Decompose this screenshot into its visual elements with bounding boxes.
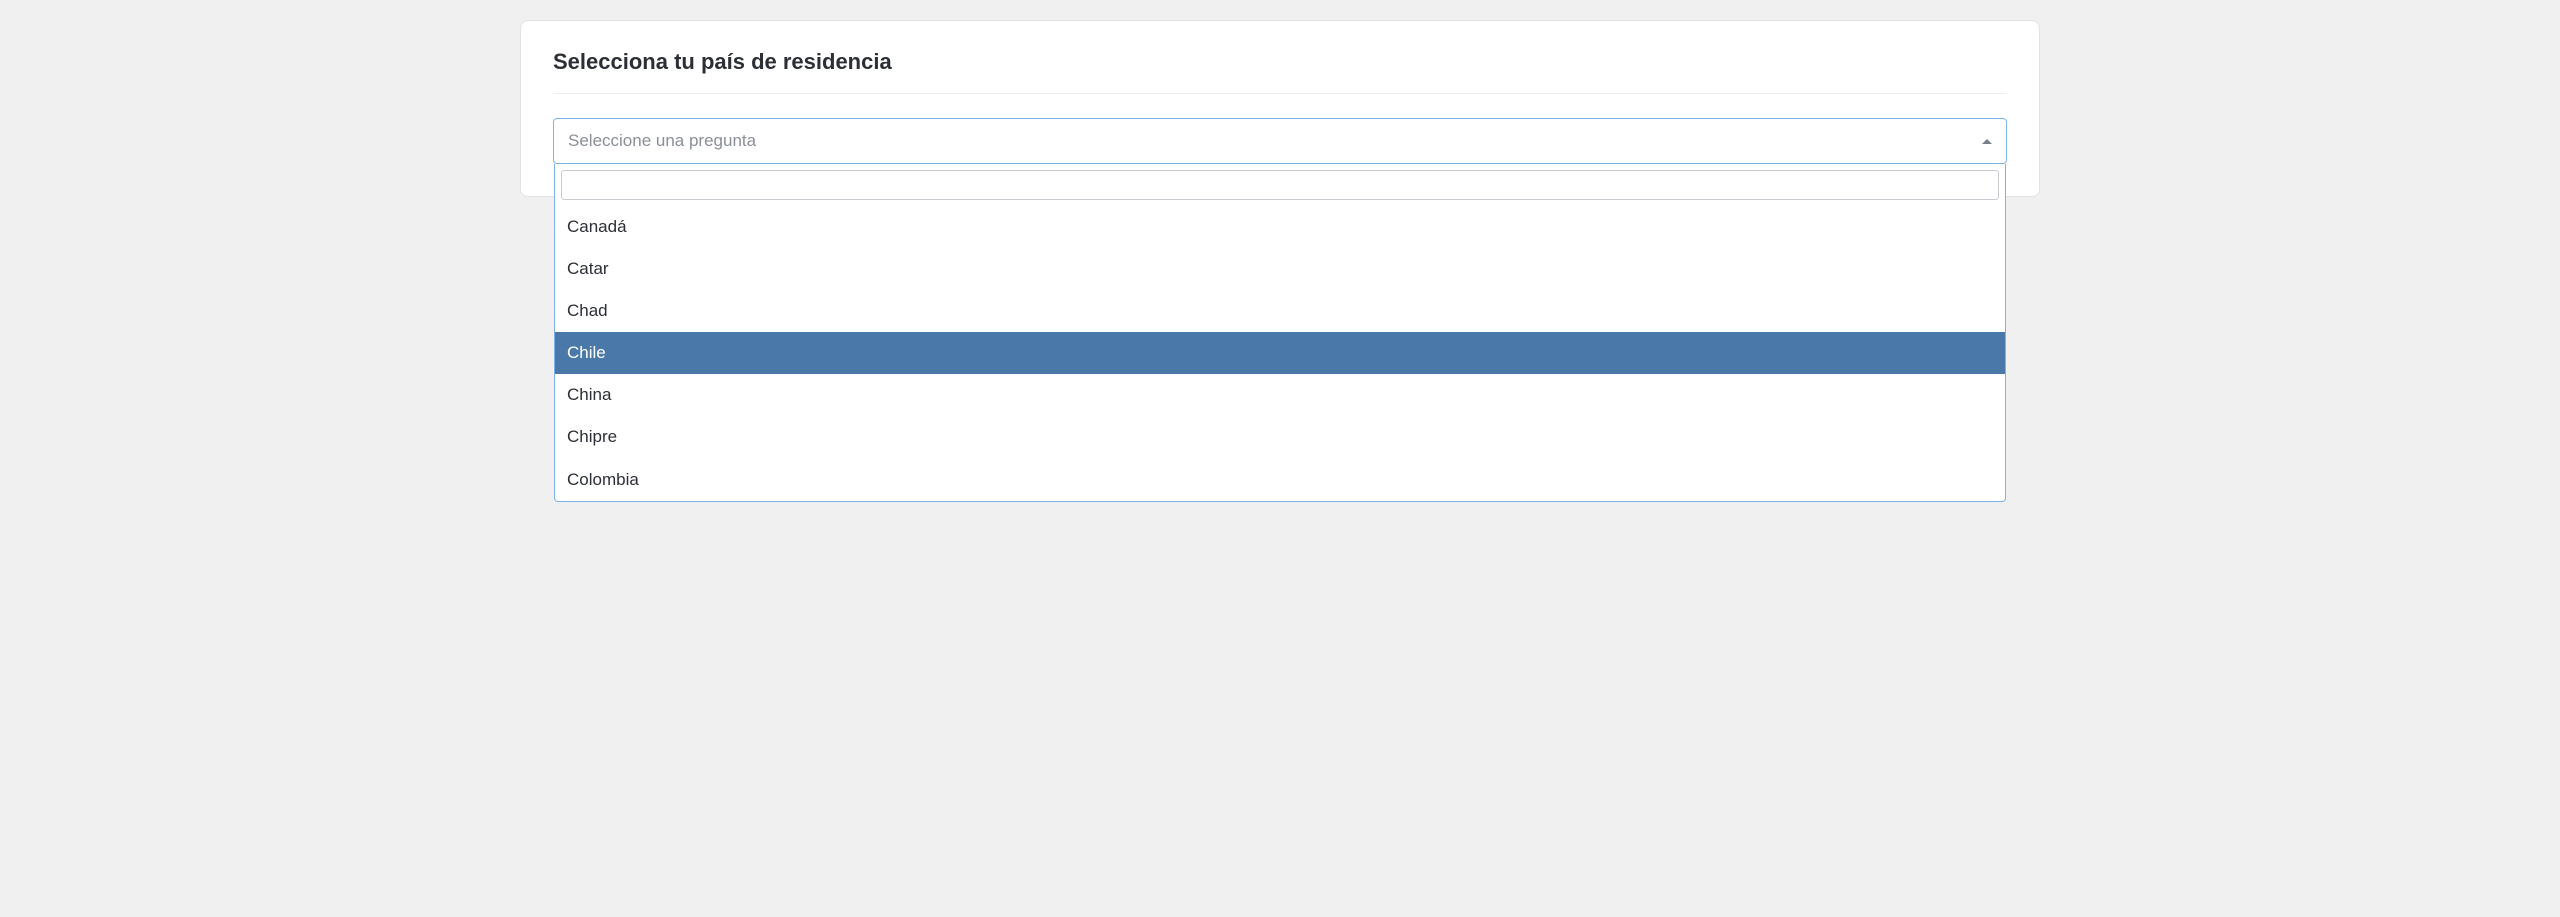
option-chad[interactable]: Chad <box>555 290 2005 332</box>
search-input[interactable] <box>561 170 1999 200</box>
option-chile[interactable]: Chile <box>555 332 2005 374</box>
option-chipre[interactable]: Chipre <box>555 416 2005 458</box>
select-placeholder: Seleccione una pregunta <box>568 131 756 151</box>
option-catar[interactable]: Catar <box>555 248 2005 290</box>
option-china[interactable]: China <box>555 374 2005 416</box>
caret-up-icon <box>1982 139 1992 144</box>
option-colombia[interactable]: Colombia <box>555 459 2005 501</box>
option-list: Canadá Catar Chad Chile China Chipre Col… <box>555 206 2005 501</box>
divider <box>553 93 2007 94</box>
page-title: Selecciona tu país de residencia <box>553 49 2007 75</box>
form-card: Selecciona tu país de residencia Selecci… <box>520 20 2040 197</box>
country-select[interactable]: Seleccione una pregunta Canadá Catar Cha… <box>553 118 2007 164</box>
option-canada[interactable]: Canadá <box>555 206 2005 248</box>
search-wrap <box>555 164 2005 206</box>
dropdown-panel: Canadá Catar Chad Chile China Chipre Col… <box>554 164 2006 502</box>
